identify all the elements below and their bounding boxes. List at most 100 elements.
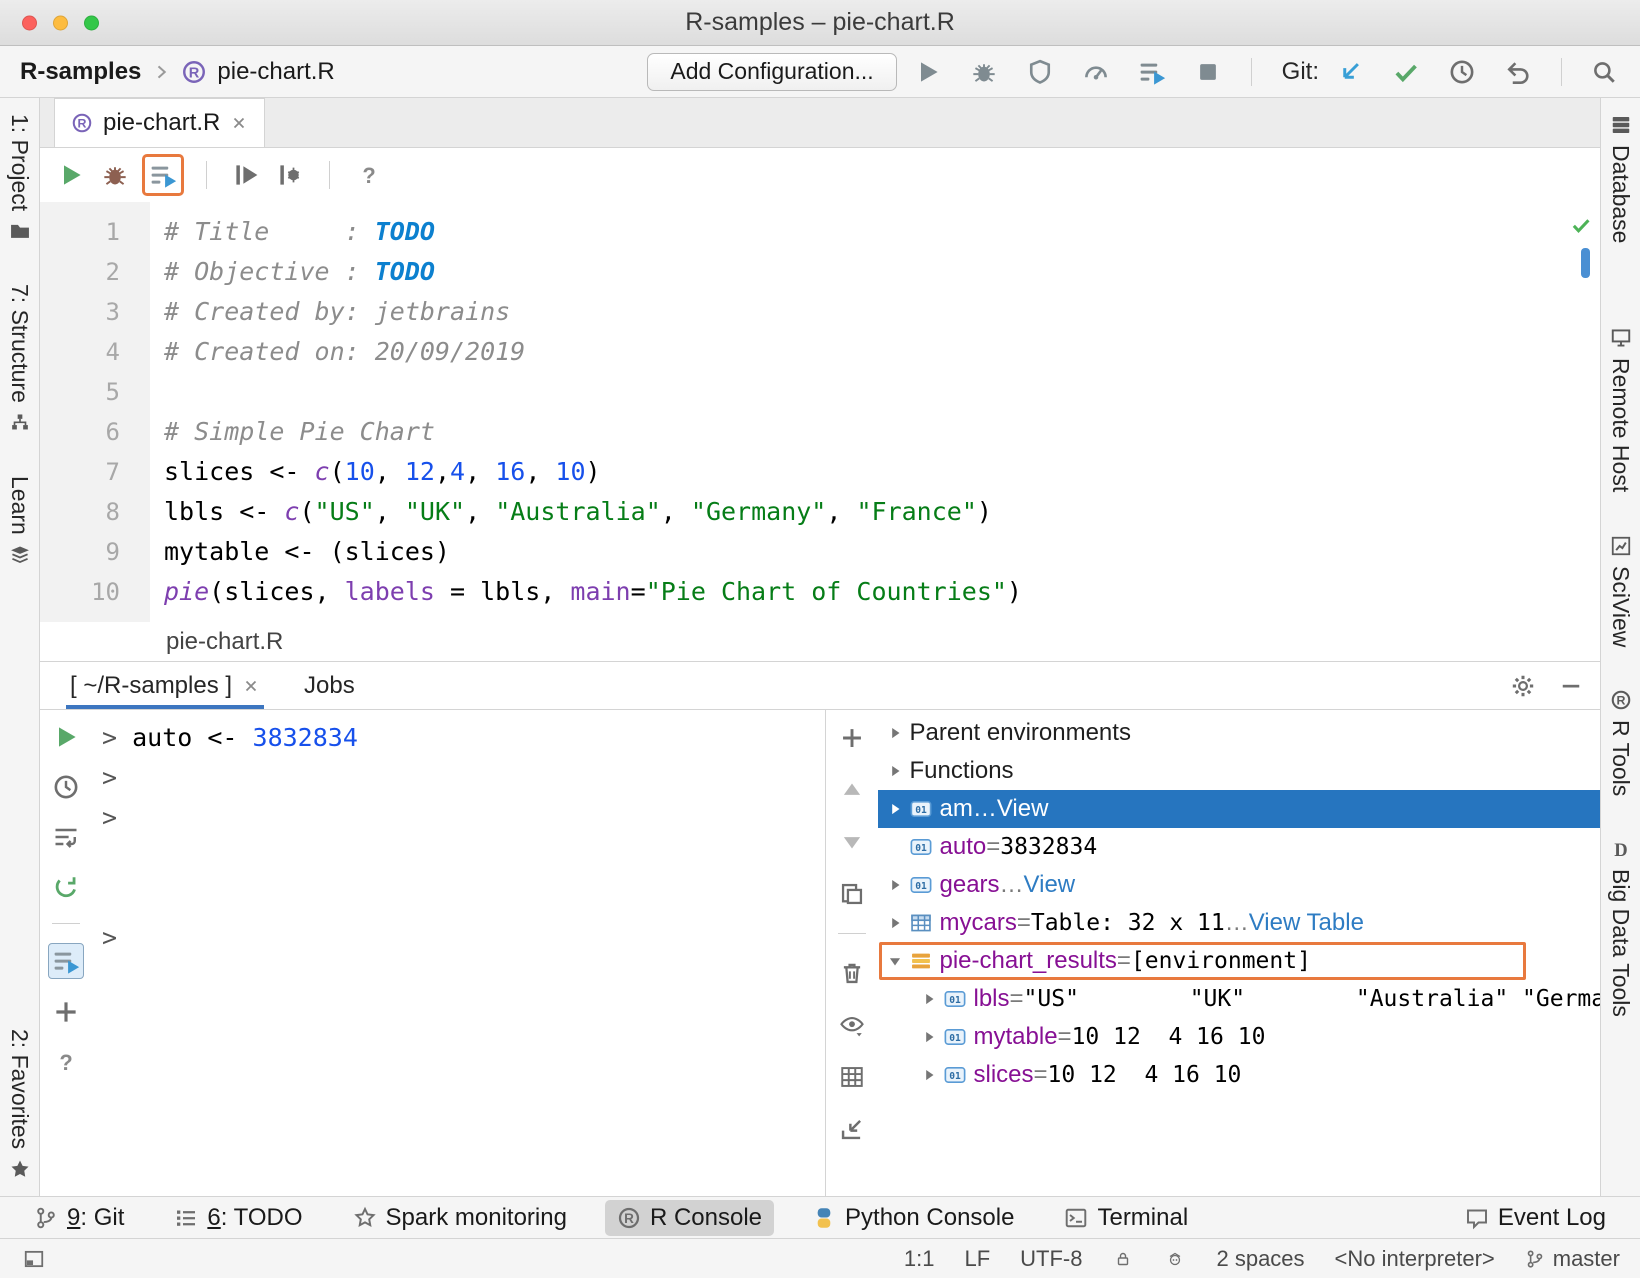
execute-to-cursor-button[interactable] — [229, 158, 263, 192]
console-output[interactable]: > auto <- 3832834>>> — [92, 710, 825, 1196]
expand-icon[interactable] — [886, 800, 904, 818]
import-button[interactable] — [836, 1113, 868, 1145]
tool-button-r-tools[interactable]: RR Tools — [1607, 689, 1634, 796]
tool-button-terminal[interactable]: Terminal — [1052, 1200, 1200, 1236]
zoom-button[interactable] — [84, 15, 99, 30]
expand-icon[interactable] — [886, 762, 904, 780]
tool-button-7-structure[interactable]: 7: Structure — [6, 284, 33, 434]
delete-button[interactable] — [836, 957, 868, 989]
line-number[interactable]: 6 — [40, 412, 120, 452]
expand-icon[interactable] — [920, 1028, 938, 1046]
console-tab-r-samples[interactable]: [ ~/R-samples ] — [66, 662, 264, 709]
expand-icon[interactable] — [886, 876, 904, 894]
tool-button-1-project[interactable]: 1: Project — [6, 114, 33, 242]
code-line[interactable]: # Objective : TODO — [164, 252, 1600, 292]
variable-row[interactable]: Parent environments — [878, 714, 1601, 752]
view-options-button[interactable] — [836, 1009, 868, 1041]
run-button[interactable] — [49, 720, 83, 754]
inspections-icon[interactable] — [1164, 1248, 1186, 1270]
code-line[interactable]: # Title : TODO — [164, 212, 1600, 252]
variable-row[interactable]: 01am … View — [878, 790, 1601, 828]
grid-view-button[interactable] — [836, 1061, 868, 1093]
gear-button[interactable] — [1508, 671, 1538, 701]
add-button[interactable] — [836, 722, 868, 754]
expand-icon[interactable] — [920, 990, 938, 1008]
add-button[interactable] — [49, 995, 83, 1029]
close-button[interactable] — [22, 15, 37, 30]
run-button[interactable] — [54, 158, 88, 192]
indent-setting[interactable]: 2 spaces — [1216, 1246, 1304, 1272]
variable-row[interactable]: 01gears … View — [878, 866, 1601, 904]
tool-button-event-log[interactable]: Event Log — [1453, 1200, 1618, 1236]
variable-row[interactable]: 01mytable = 10 12 4 16 10 — [878, 1018, 1601, 1056]
minimize-button[interactable] — [53, 15, 68, 30]
variable-row[interactable]: 01slices = 10 12 4 16 10 — [878, 1056, 1601, 1094]
tool-button-spark-monitoring[interactable]: Spark monitoring — [341, 1200, 579, 1236]
line-number[interactable]: 9 — [40, 532, 120, 572]
code-line[interactable]: lbls <- c("US", "UK", "Australia", "Germ… — [164, 492, 1600, 532]
search-everywhere-button[interactable] — [1588, 56, 1620, 88]
multirun-button[interactable] — [1135, 55, 1169, 89]
variable-row[interactable]: Functions — [878, 752, 1601, 790]
debug-button[interactable] — [98, 158, 132, 192]
git-history-button[interactable] — [1445, 55, 1479, 89]
breadcrumb-file[interactable]: pie-chart.R — [166, 628, 283, 656]
variable-row[interactable]: 01lbls = "US" "UK" "Australia" "German — [878, 980, 1601, 1018]
line-number[interactable]: 7 — [40, 452, 120, 492]
variable-row[interactable]: 01auto = 3832834 — [878, 828, 1601, 866]
move-up-button[interactable] — [836, 774, 868, 806]
title-bar[interactable]: R-samples – pie-chart.R — [0, 0, 1640, 46]
help-button[interactable]: ? — [352, 158, 386, 192]
expand-icon[interactable] — [920, 1066, 938, 1084]
toolwindow-toggle-button[interactable] — [20, 1245, 48, 1273]
execute-selection-button[interactable] — [48, 943, 84, 979]
editor[interactable]: 12345678910 # Title : TODO# Objective : … — [40, 202, 1600, 622]
caret-position[interactable]: 1:1 — [904, 1246, 935, 1272]
run-selection-button[interactable] — [142, 154, 184, 196]
code-line[interactable]: # Created on: 20/09/2019 — [164, 332, 1600, 372]
debug-to-cursor-button[interactable] — [273, 158, 307, 192]
stop-button[interactable] — [1191, 55, 1225, 89]
tool-button-python-console[interactable]: Python Console — [800, 1200, 1026, 1236]
git-branch-widget[interactable]: master — [1525, 1246, 1620, 1272]
line-number[interactable]: 2 — [40, 252, 120, 292]
variable-row[interactable]: pie-chart_results = [environment] — [878, 942, 1601, 980]
line-number[interactable]: 1 — [40, 212, 120, 252]
restart-button[interactable] — [49, 870, 83, 904]
code-line[interactable] — [164, 372, 1600, 412]
tool-button-2-favorites[interactable]: 2: Favorites — [6, 1029, 33, 1180]
code-line[interactable]: mytable <- (slices) — [164, 532, 1600, 572]
close-tab-icon[interactable] — [242, 677, 260, 695]
tool-button-big-data-tools[interactable]: DBig Data Tools — [1607, 838, 1634, 1017]
run-button[interactable] — [911, 55, 945, 89]
view-link[interactable]: View — [997, 795, 1049, 823]
line-number[interactable]: 3 — [40, 292, 120, 332]
tool-button-learn[interactable]: Learn — [6, 476, 33, 566]
view-link[interactable]: View — [1024, 871, 1076, 899]
line-number[interactable]: 10 — [40, 572, 120, 612]
console-tab-jobs[interactable]: Jobs — [300, 662, 359, 709]
editor-tab[interactable]: R pie-chart.R — [54, 98, 265, 147]
tool-button-sciview[interactable]: SciView — [1607, 535, 1634, 647]
git-update-button[interactable] — [1333, 55, 1367, 89]
expand-icon[interactable] — [886, 724, 904, 742]
line-number[interactable]: 5 — [40, 372, 120, 412]
code-line[interactable]: pie(slices, labels = lbls, main="Pie Cha… — [164, 572, 1600, 612]
debug-button[interactable] — [967, 55, 1001, 89]
collapse-icon[interactable] — [886, 952, 904, 970]
git-commit-button[interactable] — [1389, 55, 1423, 89]
history-button[interactable] — [49, 770, 83, 804]
breadcrumb-project[interactable]: R-samples — [20, 58, 141, 86]
move-down-button[interactable] — [836, 826, 868, 858]
line-number[interactable]: 8 — [40, 492, 120, 532]
expand-icon[interactable] — [886, 914, 904, 932]
profiler-button[interactable] — [1079, 55, 1113, 89]
tool-button-git[interactable]: 9: Git — [22, 1200, 136, 1236]
tool-button-todo[interactable]: 6: TODO — [162, 1200, 314, 1236]
help-button[interactable]: ? — [49, 1045, 83, 1079]
git-rollback-button[interactable] — [1501, 55, 1535, 89]
scrollbar-marker[interactable] — [1581, 248, 1590, 278]
encoding[interactable]: UTF-8 — [1020, 1246, 1082, 1272]
code-line[interactable]: # Created by: jetbrains — [164, 292, 1600, 332]
interpreter-setting[interactable]: <No interpreter> — [1335, 1246, 1495, 1272]
